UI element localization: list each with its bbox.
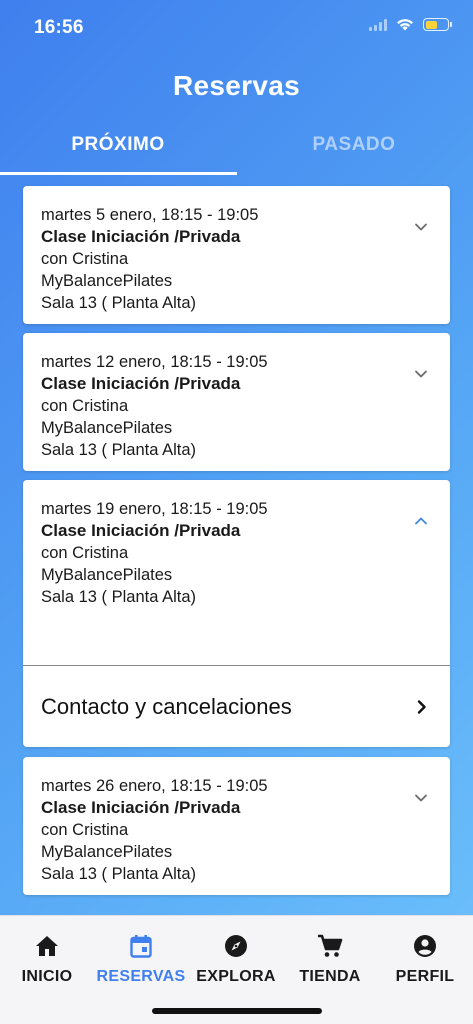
booking-room: Sala 13 ( Planta Alta) (41, 294, 197, 312)
booking-room: Sala 13 ( Planta Alta) (41, 865, 197, 883)
nav-item-inicio[interactable]: INICIO (0, 932, 94, 986)
booking-date: martes 12 enero, 18:15 - 19:05 (41, 353, 268, 371)
home-icon (36, 936, 58, 956)
booking-card[interactable]: martes 12 enero, 18:15 - 19:05 Clase Ini… (23, 333, 450, 471)
chevron-down-icon[interactable] (414, 220, 428, 234)
account-icon (414, 935, 436, 957)
booking-instructor: con Cristina (41, 544, 129, 562)
nav-label: INICIO (21, 968, 73, 985)
status-time: 16:56 (34, 17, 84, 38)
tab-past[interactable]: PASADO (236, 128, 472, 174)
status-icons (369, 18, 452, 31)
booking-instructor: con Cristina (41, 397, 129, 415)
contact-cancellations-label: Contacto y cancelaciones (41, 694, 292, 719)
tab-bar: PRÓXIMO PASADO (0, 128, 473, 176)
booking-room: Sala 13 ( Planta Alta) (41, 588, 197, 606)
compass-icon (225, 935, 247, 957)
booking-class-name: Clase Iniciación /Privada (41, 227, 241, 246)
chevron-down-icon[interactable] (414, 791, 428, 805)
chevron-right-icon (417, 700, 426, 714)
booking-studio: MyBalancePilates (41, 843, 173, 861)
nav-item-reservas[interactable]: RESERVAS (94, 932, 188, 986)
booking-card[interactable]: martes 5 enero, 18:15 - 19:05 Clase Inic… (23, 186, 450, 324)
nav-item-tienda[interactable]: TIENDA (283, 932, 377, 986)
booking-date: martes 19 enero, 18:15 - 19:05 (41, 500, 268, 518)
page-title: Reservas (173, 70, 300, 101)
booking-instructor: con Cristina (41, 250, 129, 268)
contact-cancellations-row[interactable]: Contacto y cancelaciones (23, 666, 450, 748)
booking-studio: MyBalancePilates (41, 272, 173, 290)
booking-date: martes 26 enero, 18:15 - 19:05 (41, 777, 268, 795)
tab-indicator (0, 172, 237, 175)
tab-upcoming[interactable]: PRÓXIMO (0, 128, 236, 174)
nav-item-perfil[interactable]: PERFIL (378, 932, 472, 986)
booking-studio: MyBalancePilates (41, 566, 173, 584)
wifi-icon (397, 19, 413, 31)
booking-room: Sala 13 ( Planta Alta) (41, 441, 197, 459)
booking-instructor: con Cristina (41, 821, 129, 839)
nav-item-explora[interactable]: EXPLORA (189, 932, 283, 986)
nav-label: PERFIL (395, 968, 455, 985)
booking-card-expanded[interactable]: martes 19 enero, 18:15 - 19:05 Clase Ini… (23, 480, 450, 747)
nav-label: RESERVAS (96, 968, 186, 985)
booking-class-name: Clase Iniciación /Privada (41, 374, 241, 393)
calendar-icon (130, 935, 152, 958)
booking-class-name: Clase Iniciación /Privada (41, 521, 241, 540)
nav-label: EXPLORA (196, 968, 276, 985)
booking-class-name: Clase Iniciación /Privada (41, 798, 241, 817)
status-bar: 16:56 (0, 0, 473, 56)
battery-icon (423, 18, 452, 31)
signal-icon (369, 18, 387, 31)
cart-icon (318, 934, 343, 957)
chevron-up-icon[interactable] (414, 514, 428, 528)
booking-date: martes 5 enero, 18:15 - 19:05 (41, 206, 259, 224)
booking-card[interactable]: martes 26 enero, 18:15 - 19:05 Clase Ini… (23, 757, 450, 895)
booking-studio: MyBalancePilates (41, 419, 173, 437)
home-indicator (152, 1008, 322, 1014)
booking-list: martes 5 enero, 18:15 - 19:05 Clase Inic… (23, 186, 450, 895)
nav-label: TIENDA (299, 968, 361, 985)
chevron-down-icon[interactable] (414, 367, 428, 381)
